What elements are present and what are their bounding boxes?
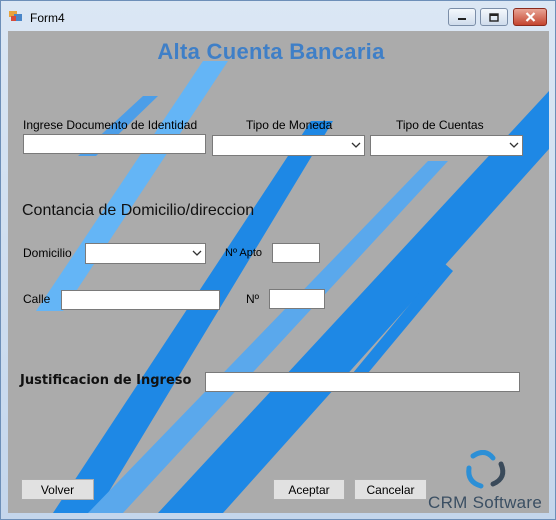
aceptar-button[interactable]: Aceptar [273, 479, 345, 500]
chevron-down-icon [509, 142, 519, 148]
app-icon [9, 11, 22, 21]
maximize-button[interactable] [480, 8, 508, 26]
page-title: Alta Cuenta Bancaria [157, 39, 385, 64]
form-client-area: Alta Cuenta Bancaria Ingrese Documento d… [8, 31, 549, 513]
moneda-combobox[interactable] [212, 135, 365, 156]
numero-input[interactable] [269, 289, 325, 309]
volver-button[interactable]: Volver [21, 479, 94, 500]
crm-software-logo-text: CRM Software [428, 493, 543, 512]
close-icon [525, 12, 535, 22]
moneda-label: Tipo de Moneda [246, 118, 333, 132]
cuentas-label: Tipo de Cuentas [396, 118, 484, 132]
form4-window: Form4 Alta Cuenta Bancaria Ingrese Docum… [0, 0, 556, 520]
window-title: Form4 [30, 11, 65, 25]
justificacion-label: Justificacion de Ingreso [20, 373, 192, 388]
cuentas-combobox[interactable] [370, 135, 523, 156]
minimize-button[interactable] [448, 8, 476, 26]
numero-label: Nº [246, 292, 260, 306]
maximize-icon [489, 12, 499, 22]
domicilio-label: Domicilio [23, 246, 72, 260]
background-stripes [36, 61, 549, 513]
calle-input[interactable] [61, 290, 220, 310]
crm-logo-icon [466, 450, 506, 489]
domicilio-combobox[interactable] [85, 243, 206, 264]
chevron-down-icon [192, 250, 202, 256]
cancelar-button[interactable]: Cancelar [354, 479, 427, 500]
documento-input[interactable] [23, 134, 206, 154]
title-bar[interactable]: Form4 [1, 1, 555, 31]
documento-label: Ingrese Documento de Identidad [23, 118, 198, 132]
calle-label: Calle [23, 292, 51, 306]
close-button[interactable] [513, 8, 547, 26]
minimize-icon [458, 18, 466, 20]
chevron-down-icon [351, 142, 361, 148]
justificacion-input[interactable] [205, 372, 520, 392]
apto-input[interactable] [272, 243, 320, 263]
domicilio-section-title: Contancia de Domicilio/direccion [22, 202, 255, 219]
apto-label: Nº Apto [225, 247, 263, 259]
